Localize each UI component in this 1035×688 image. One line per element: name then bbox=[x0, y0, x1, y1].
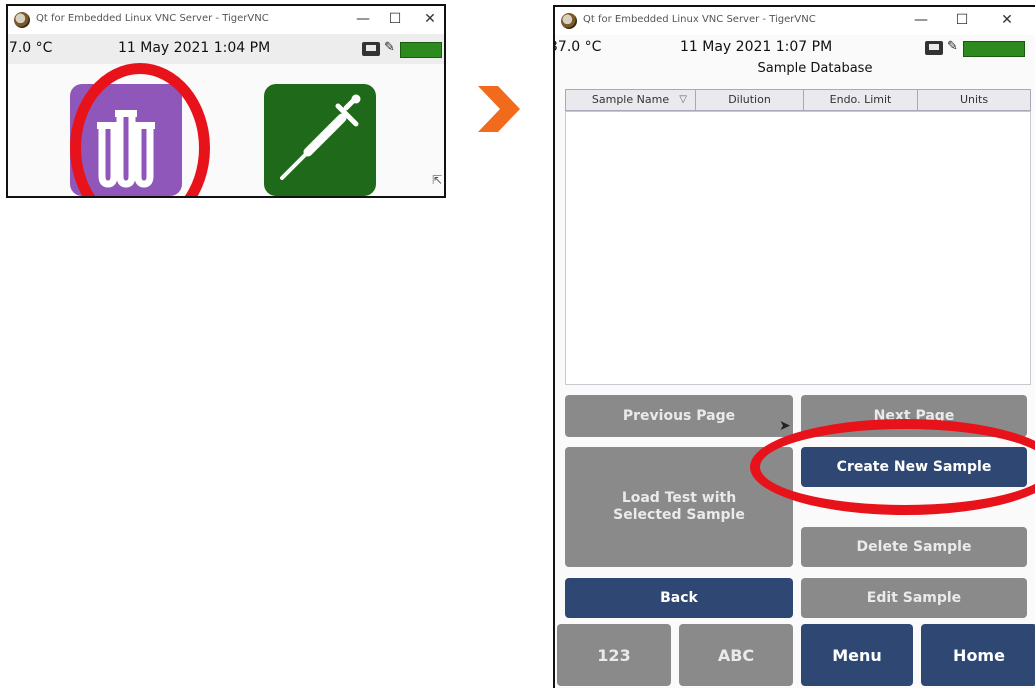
numeric-keypad-button[interactable]: 123 bbox=[557, 624, 671, 686]
wrench-icon[interactable]: ✎ bbox=[947, 39, 958, 54]
page-title: Sample Database bbox=[757, 61, 873, 76]
column-header-endo-limit[interactable]: Endo. Limit bbox=[804, 90, 918, 110]
battery-icon bbox=[963, 41, 1025, 57]
mouse-cursor-icon: ⇱ bbox=[432, 173, 443, 187]
vnc-window-sample-database: Qt for Embedded Linux VNC Server - Tiger… bbox=[553, 5, 1035, 688]
column-header-units[interactable]: Units bbox=[918, 90, 1030, 110]
back-button[interactable]: Back bbox=[565, 578, 793, 618]
maximize-button[interactable]: ☐ bbox=[950, 10, 974, 30]
vnc-window-home: Qt for Embedded Linux VNC Server - Tiger… bbox=[6, 4, 446, 198]
close-button[interactable]: ✕ bbox=[995, 10, 1019, 30]
column-header-label: Sample Name bbox=[591, 93, 670, 106]
pipette-tile[interactable] bbox=[264, 84, 376, 196]
next-step-arrow-icon bbox=[478, 86, 520, 132]
status-bar: 37.0 °C 11 May 2021 1:04 PM ✎ bbox=[8, 34, 444, 64]
pipette-icon bbox=[280, 94, 361, 180]
maximize-button[interactable]: ☐ bbox=[383, 9, 407, 29]
edit-sample-button[interactable]: Edit Sample bbox=[801, 578, 1027, 618]
column-header-sample-name[interactable]: Sample Name ▽ bbox=[566, 90, 696, 110]
mouse-pointer-icon: ➤ bbox=[779, 418, 791, 434]
temperature-readout: 37.0 °C bbox=[553, 39, 602, 55]
datetime-readout: 11 May 2021 1:07 PM bbox=[680, 39, 833, 55]
minimize-button[interactable]: — bbox=[351, 9, 375, 29]
tigervnc-app-icon bbox=[561, 13, 577, 29]
minimize-button[interactable]: — bbox=[909, 10, 933, 30]
home-button[interactable]: Home bbox=[921, 624, 1035, 686]
delete-sample-button[interactable]: Delete Sample bbox=[801, 527, 1027, 567]
window-titlebar: Qt for Embedded Linux VNC Server - Tiger… bbox=[555, 7, 1035, 35]
printer-icon[interactable] bbox=[925, 41, 943, 55]
window-titlebar: Qt for Embedded Linux VNC Server - Tiger… bbox=[8, 6, 444, 34]
printer-icon[interactable] bbox=[362, 42, 380, 56]
column-header-dilution[interactable]: Dilution bbox=[696, 90, 804, 110]
menu-button[interactable]: Menu bbox=[801, 624, 913, 686]
temperature-readout: 37.0 °C bbox=[8, 40, 53, 56]
close-button[interactable]: ✕ bbox=[418, 9, 442, 29]
sample-table-body[interactable] bbox=[565, 111, 1031, 385]
status-bar: 37.0 °C 11 May 2021 1:07 PM ✎ bbox=[555, 35, 1035, 61]
datetime-readout: 11 May 2021 1:04 PM bbox=[118, 40, 271, 56]
sort-filter-icon[interactable]: ▽ bbox=[679, 90, 687, 110]
battery-icon bbox=[400, 42, 442, 58]
table-header: Sample Name ▽ Dilution Endo. Limit Units bbox=[565, 89, 1031, 111]
previous-page-button[interactable]: Previous Page bbox=[565, 395, 793, 437]
tigervnc-app-icon bbox=[14, 12, 30, 28]
alpha-keypad-button[interactable]: ABC bbox=[679, 624, 793, 686]
wrench-icon[interactable]: ✎ bbox=[384, 40, 395, 55]
window-title: Qt for Embedded Linux VNC Server - Tiger… bbox=[583, 14, 816, 25]
window-title: Qt for Embedded Linux VNC Server - Tiger… bbox=[36, 13, 269, 24]
